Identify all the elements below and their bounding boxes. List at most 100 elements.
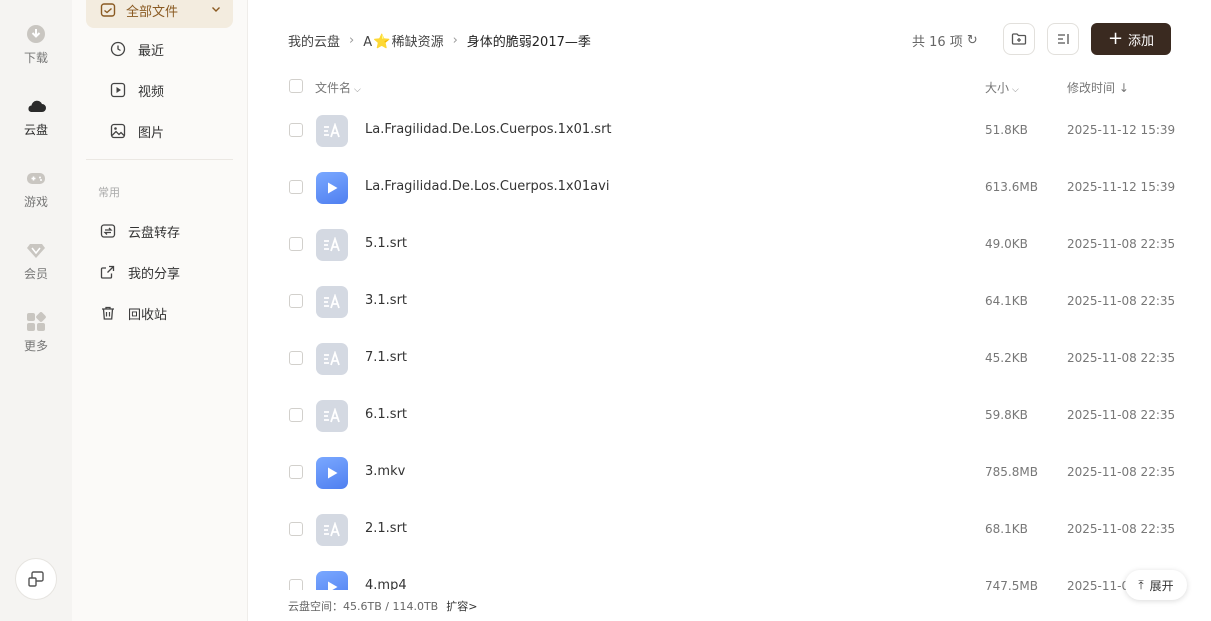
list-sort-icon xyxy=(1058,34,1069,44)
row-checkbox[interactable] xyxy=(289,408,303,422)
file-name[interactable]: 3.mkv xyxy=(365,464,405,479)
subtitle-file-icon xyxy=(316,286,348,318)
storage-text: 云盘空间：45.6TB / 114.0TB xyxy=(288,600,439,613)
file-name[interactable]: 7.1.srt xyxy=(365,350,407,365)
column-header-size[interactable]: 大小 ⌵ xyxy=(985,79,1019,96)
sidebar-item-all-files[interactable]: 全部文件 xyxy=(86,0,233,28)
rail-cloud[interactable]: 云盘 xyxy=(0,88,72,144)
file-modified-time: 2025-11-08 22:35 xyxy=(1067,237,1176,251)
column-header-modified[interactable]: 修改时间 ↓ xyxy=(1067,79,1129,96)
expand-storage-link[interactable]: 扩容> xyxy=(446,600,477,613)
subtitle-file-icon xyxy=(316,343,348,375)
file-modified-time: 2025-11-08 22:35 xyxy=(1067,522,1176,536)
file-modified-time: 2025-11-08 22:35 xyxy=(1067,408,1176,422)
file-size: 785.8MB xyxy=(985,465,1038,479)
share-icon xyxy=(100,265,115,279)
breadcrumb-root[interactable]: 我的云盘 xyxy=(288,31,340,50)
rail-download[interactable]: 下载 xyxy=(0,16,72,72)
video-file-icon xyxy=(316,172,348,204)
sidebar-item-share[interactable]: 我的分享 xyxy=(86,255,233,289)
row-checkbox[interactable] xyxy=(289,465,303,479)
column-modified-label: 修改时间 ↓ xyxy=(1067,81,1129,95)
clock-icon xyxy=(110,41,126,57)
chevron-right-icon: › xyxy=(349,32,355,48)
row-checkbox[interactable] xyxy=(289,180,303,194)
sidebar-trash-label: 回收站 xyxy=(128,307,168,323)
refresh-icon[interactable]: ↻ xyxy=(967,33,978,48)
rail-vip[interactable]: 会员 xyxy=(0,232,72,288)
file-size: 51.8KB xyxy=(985,123,1028,137)
table-row[interactable]: La.Fragilidad.De.Los.Cuerpos.1x01avi 613.… xyxy=(288,159,1178,216)
rail-cloud-label: 云盘 xyxy=(23,122,48,137)
expand-button-label: 展开 xyxy=(1149,578,1174,593)
table-row[interactable]: 3.mkv 785.8MB 2025-11-08 22:35 xyxy=(288,444,1178,501)
table-row[interactable]: 2.1.srt 68.1KB 2025-11-08 22:35 xyxy=(288,501,1178,558)
add-button-label: 添加 xyxy=(1128,33,1155,49)
file-name[interactable]: La.Fragilidad.De.Los.Cuerpos.1x01avi xyxy=(365,179,609,194)
column-size-label: 大小 xyxy=(985,81,1010,95)
breadcrumb-current: 身体的脆弱2017—季 xyxy=(466,34,591,50)
rail-more-label: 更多 xyxy=(23,338,48,353)
image-icon xyxy=(110,123,126,139)
file-size: 68.1KB xyxy=(985,522,1028,536)
switch-device-button[interactable] xyxy=(15,558,57,600)
diamond-icon xyxy=(27,243,45,258)
new-folder-button[interactable] xyxy=(1003,23,1035,55)
sidebar-item-video[interactable]: 视频 xyxy=(86,73,233,107)
folder-check-icon xyxy=(100,3,116,17)
transfer-icon xyxy=(100,224,116,238)
sidebar-item-transfer[interactable]: 云盘转存 xyxy=(86,214,233,248)
sidebar-images-label: 图片 xyxy=(138,125,165,141)
chevron-down-icon[interactable] xyxy=(211,4,221,14)
sidebar-video-label: 视频 xyxy=(138,84,165,100)
table-row[interactable]: 5.1.srt 49.0KB 2025-11-08 22:35 xyxy=(288,216,1178,273)
file-name[interactable]: 3.1.srt xyxy=(365,293,407,308)
sidebar-section-common: 常用 xyxy=(98,186,120,199)
file-name[interactable]: La.Fragilidad.De.Los.Cuerpos.1x01.srt xyxy=(365,122,612,137)
table-row[interactable]: 7.1.srt 45.2KB 2025-11-08 22:35 xyxy=(288,330,1178,387)
star-icon: ⭐ xyxy=(373,33,391,50)
rail-more[interactable]: 更多 xyxy=(0,304,72,360)
play-square-icon xyxy=(110,82,126,98)
table-row[interactable]: 3.1.srt 64.1KB 2025-11-08 22:35 xyxy=(288,273,1178,330)
row-checkbox[interactable] xyxy=(289,294,303,308)
row-checkbox[interactable] xyxy=(289,123,303,137)
chevron-down-icon: ⌵ xyxy=(1012,85,1019,95)
row-checkbox[interactable] xyxy=(289,522,303,536)
select-all-checkbox[interactable] xyxy=(289,79,303,93)
file-name[interactable]: 5.1.srt xyxy=(365,236,407,251)
file-size: 45.2KB xyxy=(985,351,1028,365)
apps-grid-icon xyxy=(27,311,46,331)
sidebar-all-files-label: 全部文件 xyxy=(126,4,179,20)
chevron-right-icon: › xyxy=(452,32,458,48)
row-checkbox[interactable] xyxy=(289,237,303,251)
main-content: 我的云盘 › A⭐稀缺资源 › 身体的脆弱2017—季 共 16 项 ↻ + 添… xyxy=(248,0,1211,621)
expand-button[interactable]: ⤒ 展开 xyxy=(1125,570,1187,600)
file-modified-time: 2025-11-12 15:39 xyxy=(1067,123,1176,137)
file-modified-time: 2025-11-12 15:39 xyxy=(1067,180,1176,194)
row-checkbox[interactable] xyxy=(289,351,303,365)
sidebar-share-label: 我的分享 xyxy=(128,266,181,282)
subtitle-file-icon xyxy=(316,229,348,261)
sidebar-item-recent[interactable]: 最近 xyxy=(86,32,233,66)
column-header-name[interactable]: 文件名 ⌵ xyxy=(315,79,361,96)
file-size: 613.6MB xyxy=(985,180,1038,194)
file-size: 59.8KB xyxy=(985,408,1028,422)
table-row[interactable]: La.Fragilidad.De.Los.Cuerpos.1x01.srt 51.… xyxy=(288,102,1178,159)
trash-icon xyxy=(102,306,114,320)
sidebar-item-trash[interactable]: 回收站 xyxy=(86,296,233,330)
rail-games-label: 游戏 xyxy=(23,194,48,209)
arrow-up-icon: ⤒ xyxy=(1138,577,1144,592)
sidebar-item-images[interactable]: 图片 xyxy=(86,114,233,148)
rail-vip-label: 会员 xyxy=(23,266,48,281)
sort-view-button[interactable] xyxy=(1047,23,1079,55)
table-row[interactable]: 6.1.srt 59.8KB 2025-11-08 22:35 xyxy=(288,387,1178,444)
file-name[interactable]: 2.1.srt xyxy=(365,521,407,536)
file-name[interactable]: 6.1.srt xyxy=(365,407,407,422)
breadcrumb: 我的云盘 › A⭐稀缺资源 › 身体的脆弱2017—季 xyxy=(288,30,591,50)
item-count: 共 16 项 ↻ xyxy=(912,31,978,50)
add-button[interactable]: + 添加 xyxy=(1091,23,1171,55)
rail-games[interactable]: 游戏 xyxy=(0,160,72,216)
sidebar-recent-label: 最近 xyxy=(138,43,165,59)
breadcrumb-middle[interactable]: A⭐稀缺资源 xyxy=(363,31,443,50)
